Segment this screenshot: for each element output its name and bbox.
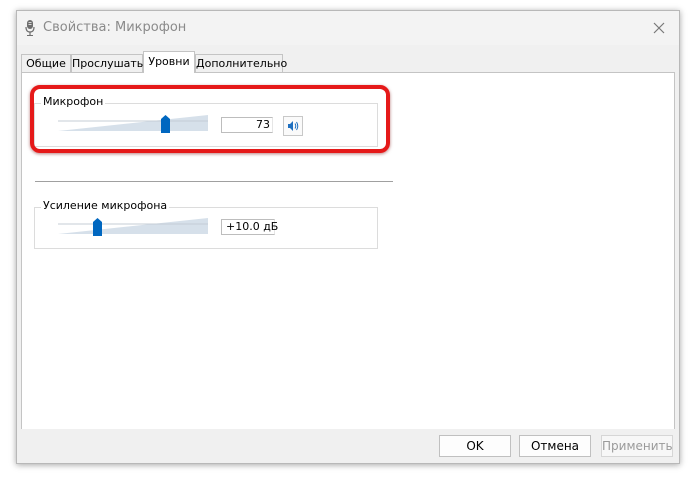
microphone-group: Микрофон 73 (34, 95, 378, 147)
cancel-button[interactable]: Отмена (519, 435, 591, 457)
speaker-icon (288, 121, 299, 131)
title-bar: Свойства: Микрофон (17, 11, 679, 45)
boost-slider-thumb[interactable] (93, 218, 103, 236)
microphone-slider-track[interactable] (58, 115, 208, 131)
tab-general[interactable]: Общие (21, 54, 71, 72)
close-button[interactable] (647, 16, 671, 40)
boost-level-value[interactable]: +10.0 дБ (221, 219, 278, 235)
dialog-footer: OK Отмена Применить (17, 429, 679, 463)
levels-panel: Микрофон 73 Усиление микрофона +10.0 дБ (21, 72, 675, 431)
boost-group-label: Усиление микрофона (41, 199, 170, 212)
tab-listen[interactable]: Прослушать (71, 54, 143, 72)
microphone-group-label: Микрофон (41, 95, 106, 108)
properties-dialog: Свойства: Микрофон Общие Прослушать Уров… (16, 10, 680, 464)
microphone-mute-button[interactable] (283, 116, 303, 136)
microphone-slider-thumb[interactable] (160, 115, 170, 133)
microphone-level-value[interactable]: 73 (221, 117, 273, 133)
ok-button[interactable]: OK (439, 435, 511, 457)
apply-button[interactable]: Применить (601, 435, 673, 457)
tab-levels[interactable]: Уровни (143, 51, 195, 73)
boost-group: Усиление микрофона +10.0 дБ (34, 199, 378, 249)
tab-advanced[interactable]: Дополнительно (195, 54, 287, 72)
group-separator (35, 181, 393, 182)
boost-slider-track[interactable] (58, 218, 208, 234)
microphone-icon (25, 20, 35, 36)
window-title: Свойства: Микрофон (43, 20, 187, 35)
